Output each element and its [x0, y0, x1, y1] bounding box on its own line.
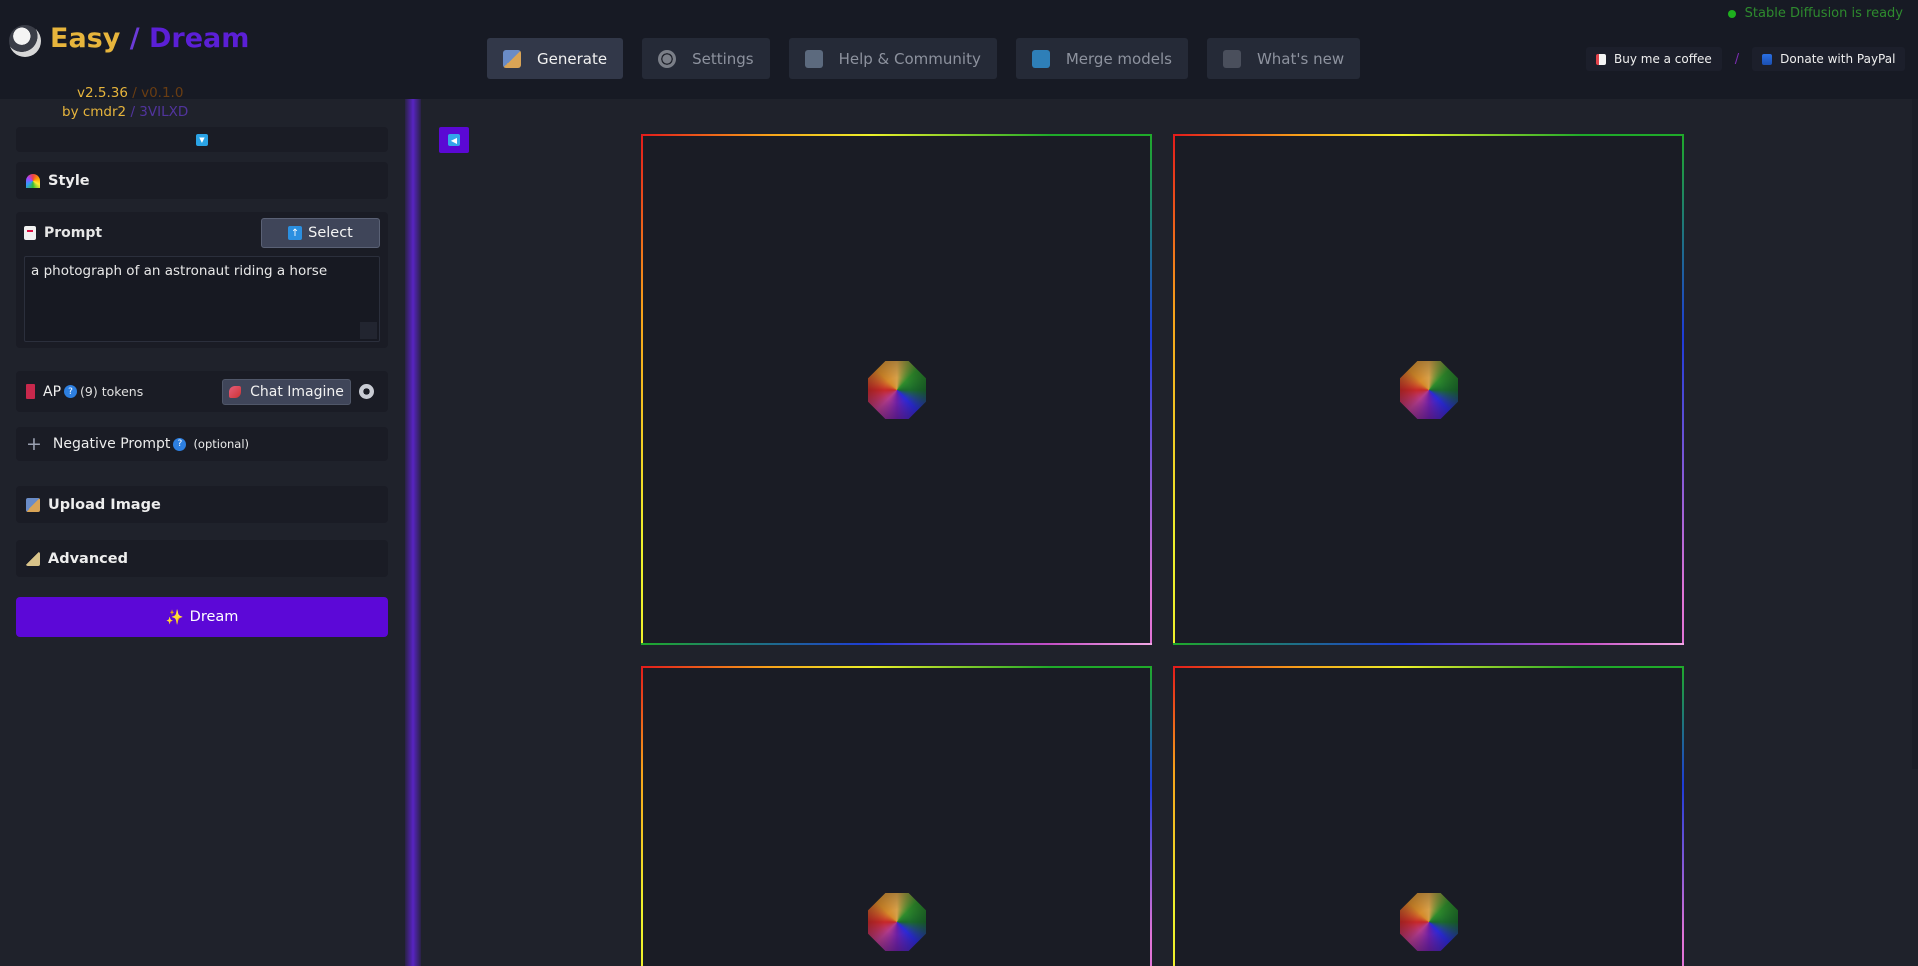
image-preview-slot — [641, 134, 1152, 645]
loading-spinner-icon — [868, 893, 926, 951]
plus-icon: + — [26, 432, 42, 455]
ruler-icon — [26, 551, 40, 566]
tab-whats-new[interactable]: What's new — [1206, 38, 1361, 79]
upload-icon: ↑ — [288, 226, 303, 240]
brand: Easy / Dream v2.5.36 / v0.1.0 by cmdr2 /… — [9, 23, 249, 120]
loading-spinner-icon — [1400, 361, 1458, 419]
upload-image-section[interactable]: Upload Image — [16, 486, 388, 523]
loading-spinner-icon — [1400, 893, 1458, 951]
resize-handle[interactable] — [360, 322, 377, 339]
chat-imagine-button[interactable]: Chat Imagine — [222, 379, 351, 405]
tab-help-community[interactable]: Help & Community — [788, 38, 997, 79]
chevron-down-icon[interactable]: ▼ — [196, 133, 208, 146]
dream-button[interactable]: ✨ Dream — [16, 597, 388, 637]
image-preview-slot — [641, 666, 1152, 966]
prompt-section: Prompt ↑ Select a photograph of an astro… — [16, 212, 388, 348]
buy-coffee-button[interactable]: Buy me a coffee — [1586, 47, 1722, 71]
image-icon — [503, 49, 521, 68]
image-icon — [26, 497, 40, 512]
status-dot-icon — [1727, 9, 1736, 18]
tab-generate[interactable]: Generate — [487, 38, 624, 79]
help-icon[interactable]: ? — [64, 385, 78, 398]
donate-links: Buy me a coffee / Donate with PayPal — [1586, 47, 1906, 71]
shuffle-icon — [1031, 49, 1050, 68]
advanced-section[interactable]: Advanced — [16, 540, 388, 577]
token-count: (9) — [80, 384, 98, 399]
collapse-sidebar-button[interactable]: ◀ — [439, 127, 469, 153]
gear-icon — [658, 49, 677, 68]
panel-splitter[interactable] — [405, 99, 421, 966]
style-section[interactable]: Style — [16, 162, 388, 199]
rainbow-icon — [26, 173, 40, 188]
coffee-icon — [1596, 53, 1606, 65]
rocket-icon — [229, 386, 242, 398]
app-title: Easy / Dream — [50, 23, 250, 54]
ap-token-row: AP ? (9) tokens Chat Imagine — [16, 371, 388, 412]
app-header: Easy / Dream v2.5.36 / v0.1.0 by cmdr2 /… — [0, 0, 1918, 120]
news-icon — [1222, 49, 1241, 68]
scrollbar-track[interactable] — [1912, 99, 1918, 769]
paypal-button[interactable]: Donate with PayPal — [1752, 47, 1906, 71]
donate-separator: / — [1734, 51, 1740, 67]
prompt-input[interactable]: a photograph of an astronaut riding a ho… — [24, 256, 380, 342]
help-icon[interactable]: ? — [173, 437, 187, 451]
chevron-left-icon: ◀ — [448, 134, 460, 146]
tab-settings[interactable]: Settings — [642, 38, 770, 79]
tab-merge-models[interactable]: Merge models — [1015, 38, 1188, 79]
image-preview-slot — [1173, 666, 1684, 966]
collapse-toolbar[interactable]: ▼ — [16, 127, 388, 152]
loading-spinner-icon — [868, 361, 926, 419]
bookmark-icon — [26, 384, 35, 399]
logo-icon — [9, 25, 41, 57]
editor-panel: ▼ Style Prompt ↑ Select a photograph of … — [0, 99, 405, 966]
gear-icon[interactable] — [359, 384, 374, 399]
paypal-icon — [1762, 53, 1773, 65]
select-prompt-button[interactable]: ↑ Select — [261, 218, 380, 248]
image-preview-slot — [1173, 134, 1684, 645]
sparkles-icon: ✨ — [165, 609, 184, 626]
main-tabs: Generate Settings Help & Community Merge… — [487, 38, 1361, 79]
document-icon — [24, 226, 36, 240]
server-status: Stable Diffusion is ready — [1727, 6, 1903, 21]
book-icon — [804, 49, 823, 68]
prompt-label: Prompt — [24, 225, 102, 241]
negative-prompt-toggle[interactable]: + Negative Prompt ? (optional) — [16, 427, 388, 461]
